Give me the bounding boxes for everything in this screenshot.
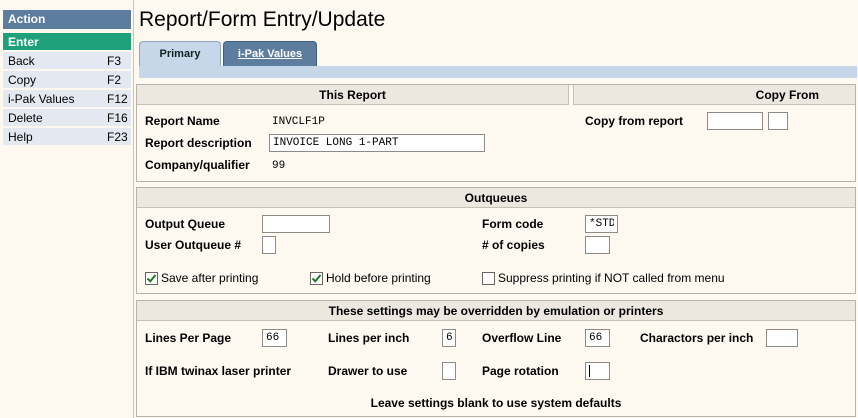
drawer-input[interactable] bbox=[442, 362, 456, 380]
menu-help[interactable]: Help F23 bbox=[3, 128, 131, 146]
hold-before-label: Hold before printing bbox=[326, 271, 431, 285]
save-after-check[interactable] bbox=[145, 271, 158, 285]
menu-ipak-values[interactable]: i-Pak Values F12 bbox=[3, 90, 131, 108]
this-report-header: This Report bbox=[137, 85, 569, 105]
save-after-label: Save after printing bbox=[161, 271, 259, 285]
tab-ipak-values[interactable]: i-Pak Values bbox=[223, 41, 317, 66]
overflow-input[interactable] bbox=[585, 329, 610, 347]
copy-from-header: Copy From bbox=[573, 85, 855, 105]
menu-copy[interactable]: Copy F2 bbox=[3, 71, 131, 89]
suppress-label: Suppress printing if NOT called from men… bbox=[498, 271, 725, 285]
menu-copy-label: Copy bbox=[8, 73, 37, 87]
report-name-label: Report Name bbox=[145, 114, 220, 128]
settings-footer: Leave settings blank to use system defau… bbox=[370, 396, 622, 410]
menu-enter[interactable]: Enter bbox=[3, 33, 131, 51]
action-sidebar: Action Enter Back F3 Copy F2 i-Pak Value… bbox=[0, 0, 134, 418]
company-label: Company/qualifier bbox=[145, 158, 250, 172]
menu-delete-key: F16 bbox=[107, 111, 128, 125]
drawer-label: Drawer to use bbox=[328, 364, 408, 378]
menu-help-label: Help bbox=[8, 130, 33, 144]
action-header: Action bbox=[3, 10, 131, 29]
menu-back-label: Back bbox=[8, 54, 35, 68]
menu-help-key: F23 bbox=[107, 130, 128, 144]
chars-per-inch-label: Charactors per inch bbox=[640, 331, 754, 345]
checkmark-icon bbox=[146, 273, 157, 283]
lines-per-page-label: Lines Per Page bbox=[145, 331, 232, 345]
overflow-label: Overflow Line bbox=[482, 331, 562, 345]
save-after-checkbox[interactable]: Save after printing bbox=[145, 271, 258, 285]
menu-delete-label: Delete bbox=[8, 111, 43, 125]
outqueues-header: Outqueues bbox=[137, 188, 855, 208]
tab-primary[interactable]: Primary bbox=[139, 41, 221, 66]
user-outqueue-input[interactable] bbox=[262, 236, 276, 254]
report-desc-label: Report description bbox=[145, 136, 252, 150]
output-queue-label: Output Queue bbox=[145, 217, 225, 231]
hold-before-checkbox[interactable]: Hold before printing bbox=[310, 271, 431, 285]
form-code-label: Form code bbox=[482, 217, 544, 231]
this-report-section: This Report Copy From Report Name INVCLF… bbox=[136, 84, 856, 182]
outqueues-section: Outqueues Output Queue User Outqueue # F… bbox=[136, 187, 856, 294]
menu-ipak-values-label: i-Pak Values bbox=[8, 92, 75, 106]
suppress-check[interactable] bbox=[482, 271, 495, 285]
suppress-checkbox[interactable]: Suppress printing if NOT called from men… bbox=[482, 271, 725, 285]
menu-ipak-values-key: F12 bbox=[107, 92, 128, 106]
menu-enter-label: Enter bbox=[8, 35, 39, 49]
hold-before-check[interactable] bbox=[310, 271, 323, 285]
text-cursor bbox=[589, 365, 590, 377]
report-desc-input[interactable] bbox=[269, 134, 485, 152]
output-queue-input[interactable] bbox=[262, 215, 330, 233]
tab-ipak-values-label: i-Pak Values bbox=[237, 48, 303, 60]
page-title: Report/Form Entry/Update bbox=[139, 8, 386, 31]
form-code-input[interactable] bbox=[585, 215, 618, 233]
copies-label: # of copies bbox=[482, 238, 545, 252]
tab-strip bbox=[139, 66, 857, 78]
ibm-twinax-label: If IBM twinax laser printer bbox=[145, 364, 292, 378]
copies-input[interactable] bbox=[585, 236, 610, 254]
copy-from-report-input[interactable] bbox=[707, 112, 763, 130]
lines-per-inch-label: Lines per inch bbox=[328, 331, 410, 345]
tab-primary-label: Primary bbox=[159, 48, 201, 60]
report-name-value: INVCLF1P bbox=[272, 116, 325, 128]
lines-per-inch-input[interactable] bbox=[442, 329, 456, 347]
copy-from-label: Copy from report bbox=[585, 114, 684, 128]
menu-delete[interactable]: Delete F16 bbox=[3, 109, 131, 127]
checkmark-icon bbox=[311, 273, 322, 283]
copy-from-qualifier-input[interactable] bbox=[768, 112, 788, 130]
page-rotation-label: Page rotation bbox=[482, 364, 559, 378]
chars-per-inch-input[interactable] bbox=[766, 329, 798, 347]
user-outqueue-label: User Outqueue # bbox=[145, 238, 242, 252]
menu-back-key: F3 bbox=[107, 54, 122, 68]
menu-back[interactable]: Back F3 bbox=[3, 52, 131, 70]
menu-copy-key: F2 bbox=[107, 73, 122, 87]
lines-per-page-input[interactable] bbox=[262, 329, 287, 347]
settings-section: These settings may be overridden by emul… bbox=[136, 300, 856, 417]
company-value: 99 bbox=[272, 160, 286, 172]
settings-header: These settings may be overridden by emul… bbox=[137, 301, 855, 321]
